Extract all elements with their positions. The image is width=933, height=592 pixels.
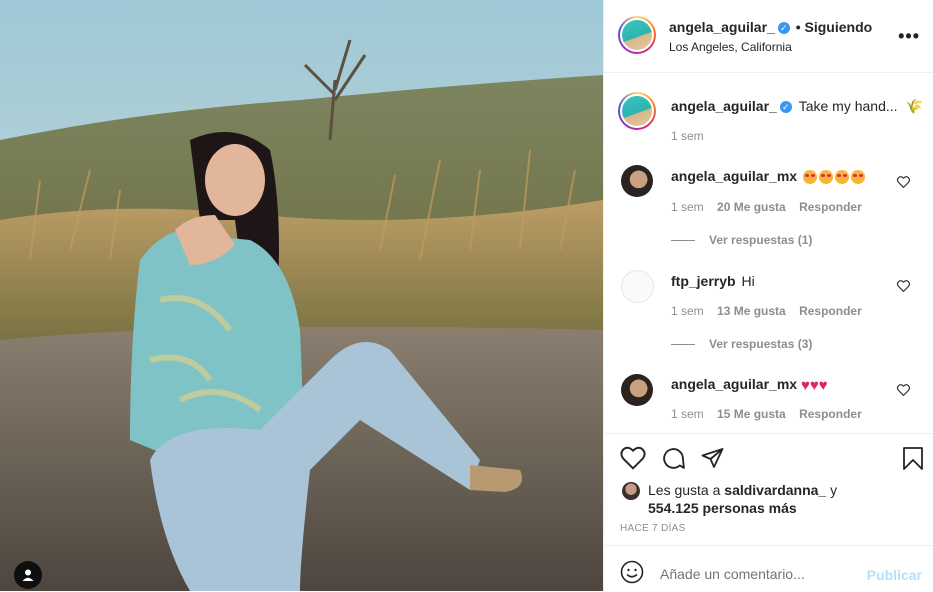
- caption-time: 1 sem: [671, 129, 704, 143]
- post-author-avatar[interactable]: [618, 16, 656, 54]
- reply-button[interactable]: Responder: [799, 304, 862, 318]
- commenter-avatar[interactable]: [621, 374, 653, 406]
- likes-prefix: Les gusta a: [648, 482, 721, 498]
- view-replies-button[interactable]: Ver respuestas (3): [709, 337, 812, 351]
- reply-button[interactable]: Responder: [799, 200, 862, 214]
- share-paper-plane-icon[interactable]: [700, 446, 725, 475]
- comment-username[interactable]: angela_aguilar_mx: [671, 376, 797, 392]
- user-tag-button[interactable]: [14, 561, 42, 589]
- like-heart-icon[interactable]: [620, 446, 646, 475]
- comment-like-icon[interactable]: [897, 383, 910, 401]
- comment-bubble-icon[interactable]: [661, 446, 686, 476]
- liker-avatar[interactable]: [622, 482, 640, 500]
- comment-input[interactable]: [658, 558, 862, 590]
- post-timestamp[interactable]: HACE 7 DÍAS: [620, 523, 686, 534]
- comment-time: 1 sem: [671, 407, 704, 421]
- comment-like-icon[interactable]: [897, 279, 910, 297]
- comment-likes[interactable]: 15 Me gusta: [717, 407, 786, 421]
- comment-item: ftp_jerryb Hi 1 sem 13 Me gusta Responde…: [604, 270, 933, 351]
- post-photo[interactable]: [0, 0, 603, 591]
- caption-text: Take my hand...: [798, 98, 898, 114]
- person-icon: [22, 569, 34, 581]
- publish-button[interactable]: Publicar: [867, 567, 922, 583]
- leaf-emoji-icon: 🌾: [905, 98, 923, 114]
- comment-likes[interactable]: 20 Me gusta: [717, 200, 786, 214]
- star-struck-emoji: [801, 168, 865, 185]
- comment-time: 1 sem: [671, 304, 704, 318]
- verified-badge-icon: ✓: [777, 22, 790, 35]
- follow-status[interactable]: • Siguiendo: [796, 19, 872, 35]
- caption-row: angela_aguilar_ ✓ Take my hand... 🌾 1 sem: [604, 92, 933, 147]
- comment-text: Hi: [741, 273, 755, 289]
- post-location[interactable]: Los Angeles, California: [669, 40, 792, 54]
- comment-username[interactable]: angela_aguilar_mx: [671, 168, 797, 184]
- post-side-panel: angela_aguilar_ ✓ • Siguiendo Los Angeles…: [603, 0, 933, 591]
- replies-divider: [671, 344, 695, 346]
- commenter-avatar[interactable]: [621, 165, 653, 197]
- reply-button[interactable]: Responder: [799, 407, 862, 421]
- view-replies-button[interactable]: Ver respuestas (1): [709, 233, 812, 247]
- comment-item: angela_aguilar_mx ♥♥♥ 1 sem 15 Me gusta …: [604, 374, 933, 426]
- likes-and: y: [830, 482, 838, 498]
- comment-item: angela_aguilar_mx 1 sem 20 Me gusta Resp…: [604, 165, 933, 247]
- post-actions: Les gusta a saldivardanna_ y 554.125 per…: [604, 433, 933, 534]
- comment-username[interactable]: ftp_jerryb: [671, 273, 736, 289]
- comment-time: 1 sem: [671, 200, 704, 214]
- red-heart-emoji: ♥♥♥: [800, 376, 828, 394]
- caption-username[interactable]: angela_aguilar_: [671, 98, 777, 114]
- comment-likes[interactable]: 13 Me gusta: [717, 304, 786, 318]
- replies-divider: [671, 240, 695, 242]
- commenter-avatar[interactable]: [621, 270, 654, 303]
- comment-like-icon[interactable]: [897, 175, 910, 193]
- emoji-smiley-icon[interactable]: [620, 560, 644, 589]
- caption-avatar[interactable]: [618, 92, 656, 130]
- post-header: angela_aguilar_ ✓ • Siguiendo Los Angeles…: [604, 0, 933, 73]
- add-comment-bar: Publicar: [604, 545, 933, 592]
- verified-badge-icon: ✓: [779, 101, 792, 114]
- liker-username[interactable]: saldivardanna_: [724, 482, 826, 498]
- likes-count[interactable]: 554.125 personas más: [648, 500, 797, 516]
- post-author-username[interactable]: angela_aguilar_: [669, 19, 775, 35]
- more-options-icon[interactable]: •••: [898, 26, 920, 47]
- photo-image: [0, 0, 603, 591]
- save-bookmark-icon[interactable]: [902, 446, 924, 476]
